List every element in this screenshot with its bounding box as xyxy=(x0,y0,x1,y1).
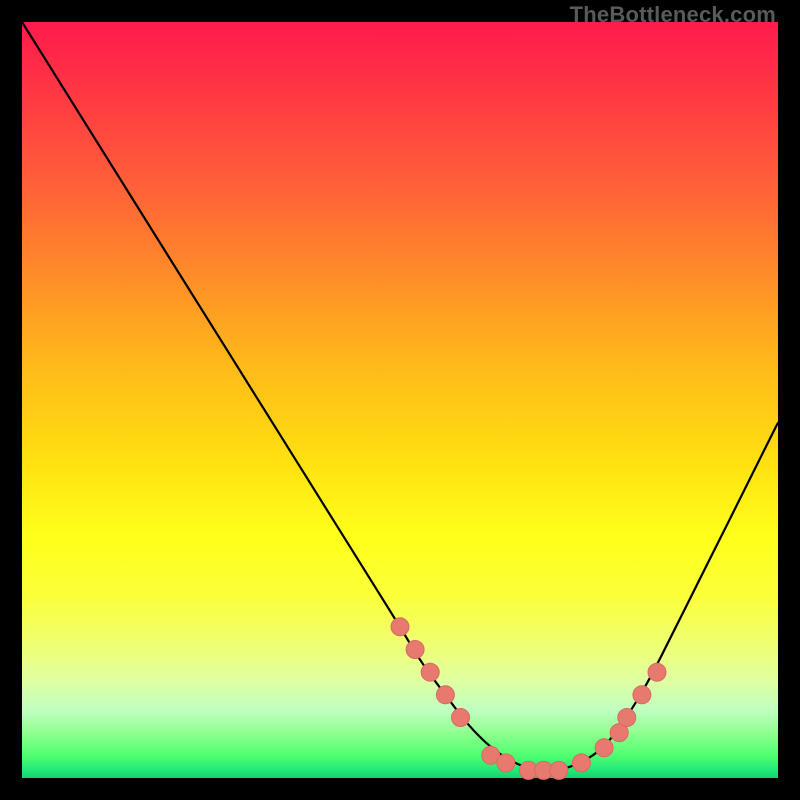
highlight-dot xyxy=(497,754,515,772)
highlight-dot xyxy=(572,754,590,772)
bottleneck-curve xyxy=(22,22,778,770)
highlight-dot xyxy=(550,761,568,779)
chart-svg xyxy=(22,22,778,778)
highlight-dot xyxy=(633,686,651,704)
highlight-dots-group xyxy=(391,618,666,780)
highlight-dot xyxy=(618,709,636,727)
chart-frame: TheBottleneck.com xyxy=(0,0,800,800)
highlight-dot xyxy=(391,618,409,636)
highlight-dot xyxy=(406,641,424,659)
highlight-dot xyxy=(421,663,439,681)
plot-area xyxy=(22,22,778,778)
highlight-dot xyxy=(436,686,454,704)
highlight-dot xyxy=(595,739,613,757)
highlight-dot xyxy=(648,663,666,681)
highlight-dot xyxy=(452,709,470,727)
